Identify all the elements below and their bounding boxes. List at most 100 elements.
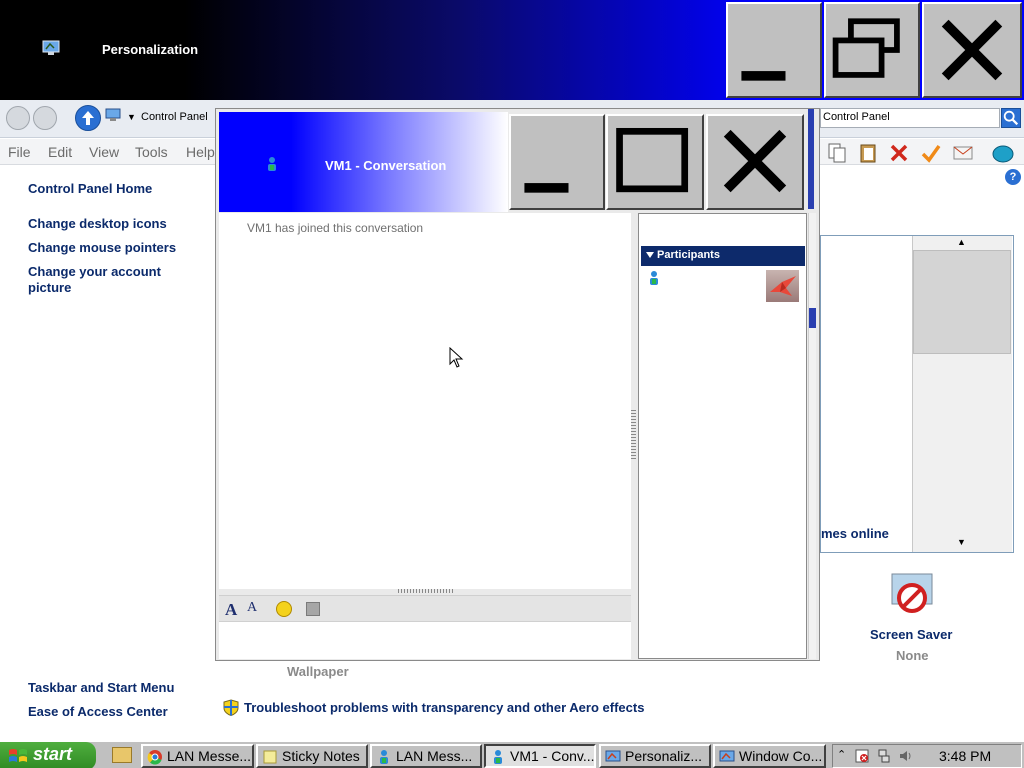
participants-panel: Participants: [638, 213, 807, 659]
start-label: start: [33, 744, 73, 764]
window-edge-scrollbar[interactable]: [808, 213, 816, 659]
task-vm1-conversation[interactable]: VM1 - Conv...: [484, 744, 596, 768]
shell-icon[interactable]: [992, 142, 1014, 164]
mouse-cursor-icon: [449, 347, 464, 368]
search-button[interactable]: [1001, 108, 1021, 128]
change-desktop-icons-link[interactable]: Change desktop icons: [28, 216, 167, 231]
address-breadcrumb[interactable]: Control Panel: [141, 111, 208, 123]
task-label: Sticky Notes: [282, 748, 360, 764]
up-arrow-icon: [82, 111, 94, 125]
window-title: Personalization: [102, 42, 199, 57]
system-message: VM1 has joined this conversation: [247, 221, 424, 235]
minimize-button[interactable]: [509, 114, 605, 210]
clock[interactable]: 3:48 PM: [939, 748, 991, 764]
theme-list-scrollbar[interactable]: ▲ ▼: [912, 236, 1012, 552]
font-color-icon[interactable]: A: [247, 600, 257, 618]
toolbar: [824, 139, 1024, 165]
menu-edit[interactable]: Edit: [48, 144, 72, 160]
start-button[interactable]: start: [0, 742, 96, 768]
scrollbar-thumb[interactable]: [913, 250, 1011, 354]
menu-help[interactable]: Help: [186, 144, 215, 160]
search-input[interactable]: Control Panel: [820, 108, 1000, 128]
scroll-up-icon[interactable]: ▲: [957, 237, 966, 247]
task-lan-messenger-1[interactable]: LAN Messe...: [141, 744, 254, 768]
format-toolbar: A A: [219, 595, 631, 621]
restore-icon: [832, 18, 900, 78]
maximize-button[interactable]: [606, 114, 704, 210]
show-hidden-icons-button[interactable]: ⌃: [837, 748, 846, 761]
task-sticky-notes[interactable]: Sticky Notes: [256, 744, 368, 768]
conversation-titlebar[interactable]: VM1 - Conversation: [219, 112, 508, 212]
control-panel-home-link[interactable]: Control Panel Home: [28, 181, 152, 196]
maximize-icon: [616, 127, 689, 193]
task-window-color[interactable]: Window Co...: [713, 744, 826, 768]
email-icon[interactable]: [952, 142, 974, 164]
search-icon: [1003, 110, 1019, 126]
network-icon[interactable]: [877, 749, 891, 763]
help-icon[interactable]: ?: [1005, 169, 1021, 185]
task-label: LAN Messe...: [167, 748, 252, 764]
wallpaper-label[interactable]: Wallpaper: [287, 664, 349, 679]
close-icon: [941, 19, 1003, 81]
save-icon[interactable]: [306, 602, 320, 616]
lan-messenger-icon: [380, 750, 388, 764]
task-label: VM1 - Conv...: [510, 748, 595, 764]
screen-saver-value: None: [896, 648, 929, 663]
collapse-arrow-icon[interactable]: [646, 252, 654, 258]
taskbar-start-menu-link[interactable]: Taskbar and Start Menu: [28, 680, 174, 695]
vertical-splitter-handle[interactable]: [631, 409, 636, 459]
task-label: Personaliz...: [625, 748, 703, 764]
minimize-button[interactable]: [726, 2, 822, 98]
control-panel-icon: [42, 40, 60, 55]
horizontal-splitter-handle[interactable]: [398, 589, 453, 593]
participants-header[interactable]: Participants: [641, 246, 805, 266]
checkmark-icon[interactable]: [920, 142, 942, 164]
task-label: LAN Mess...: [396, 748, 473, 764]
participants-label: Participants: [657, 249, 720, 261]
folder-icon[interactable]: [112, 747, 132, 763]
close-button[interactable]: [706, 114, 804, 210]
user-status-icon: [650, 271, 658, 285]
task-lan-messenger-2[interactable]: LAN Mess...: [370, 744, 482, 768]
conversation-window: VM1 - Conversation VM1 has joined this c…: [215, 108, 820, 661]
restore-button[interactable]: [824, 2, 920, 98]
paste-icon[interactable]: [857, 142, 879, 164]
close-button[interactable]: [922, 2, 1022, 98]
screen-saver-label[interactable]: Screen Saver: [870, 627, 952, 642]
menu-file[interactable]: File: [8, 144, 31, 160]
message-input[interactable]: [219, 621, 631, 659]
shield-icon: [223, 699, 239, 716]
task-personalization[interactable]: Personaliz...: [599, 744, 711, 768]
security-alert-icon[interactable]: [855, 749, 869, 763]
copy-icon[interactable]: [826, 142, 848, 164]
troubleshoot-aero-link[interactable]: Troubleshoot problems with transparency …: [244, 700, 644, 715]
font-icon[interactable]: A: [225, 600, 237, 619]
change-account-picture-link[interactable]: Change your account picture: [28, 264, 178, 296]
menu-view[interactable]: View: [89, 144, 119, 160]
close-icon: [723, 129, 787, 193]
back-button[interactable]: [6, 106, 30, 130]
delete-icon[interactable]: [888, 142, 910, 164]
avatar[interactable]: [766, 270, 799, 302]
window-title: VM1 - Conversation: [325, 158, 447, 173]
control-panel-icon: [605, 750, 621, 762]
change-mouse-pointers-link[interactable]: Change mouse pointers: [28, 240, 176, 255]
ease-of-access-link[interactable]: Ease of Access Center: [28, 704, 168, 719]
lan-messenger-icon: [494, 750, 502, 764]
chat-history[interactable]: VM1 has joined this conversation: [219, 213, 631, 589]
list-item-fragment[interactable]: mes online: [821, 526, 889, 541]
menu-tools[interactable]: Tools: [135, 144, 168, 160]
chevron-down-icon[interactable]: ▼: [127, 112, 136, 122]
minimize-icon: [524, 183, 569, 193]
task-label: Window Co...: [739, 748, 823, 764]
control-panel-icon: [105, 108, 121, 121]
scroll-down-icon[interactable]: ▼: [957, 537, 966, 547]
forward-button[interactable]: [33, 106, 57, 130]
windows-logo-icon: [9, 749, 27, 762]
sticky-notes-icon: [263, 750, 277, 764]
window-border: [808, 109, 814, 209]
up-button[interactable]: [75, 105, 101, 131]
screen-saver-icon[interactable]: [886, 570, 938, 620]
volume-icon[interactable]: [899, 749, 913, 763]
emoticon-icon[interactable]: [276, 601, 292, 617]
